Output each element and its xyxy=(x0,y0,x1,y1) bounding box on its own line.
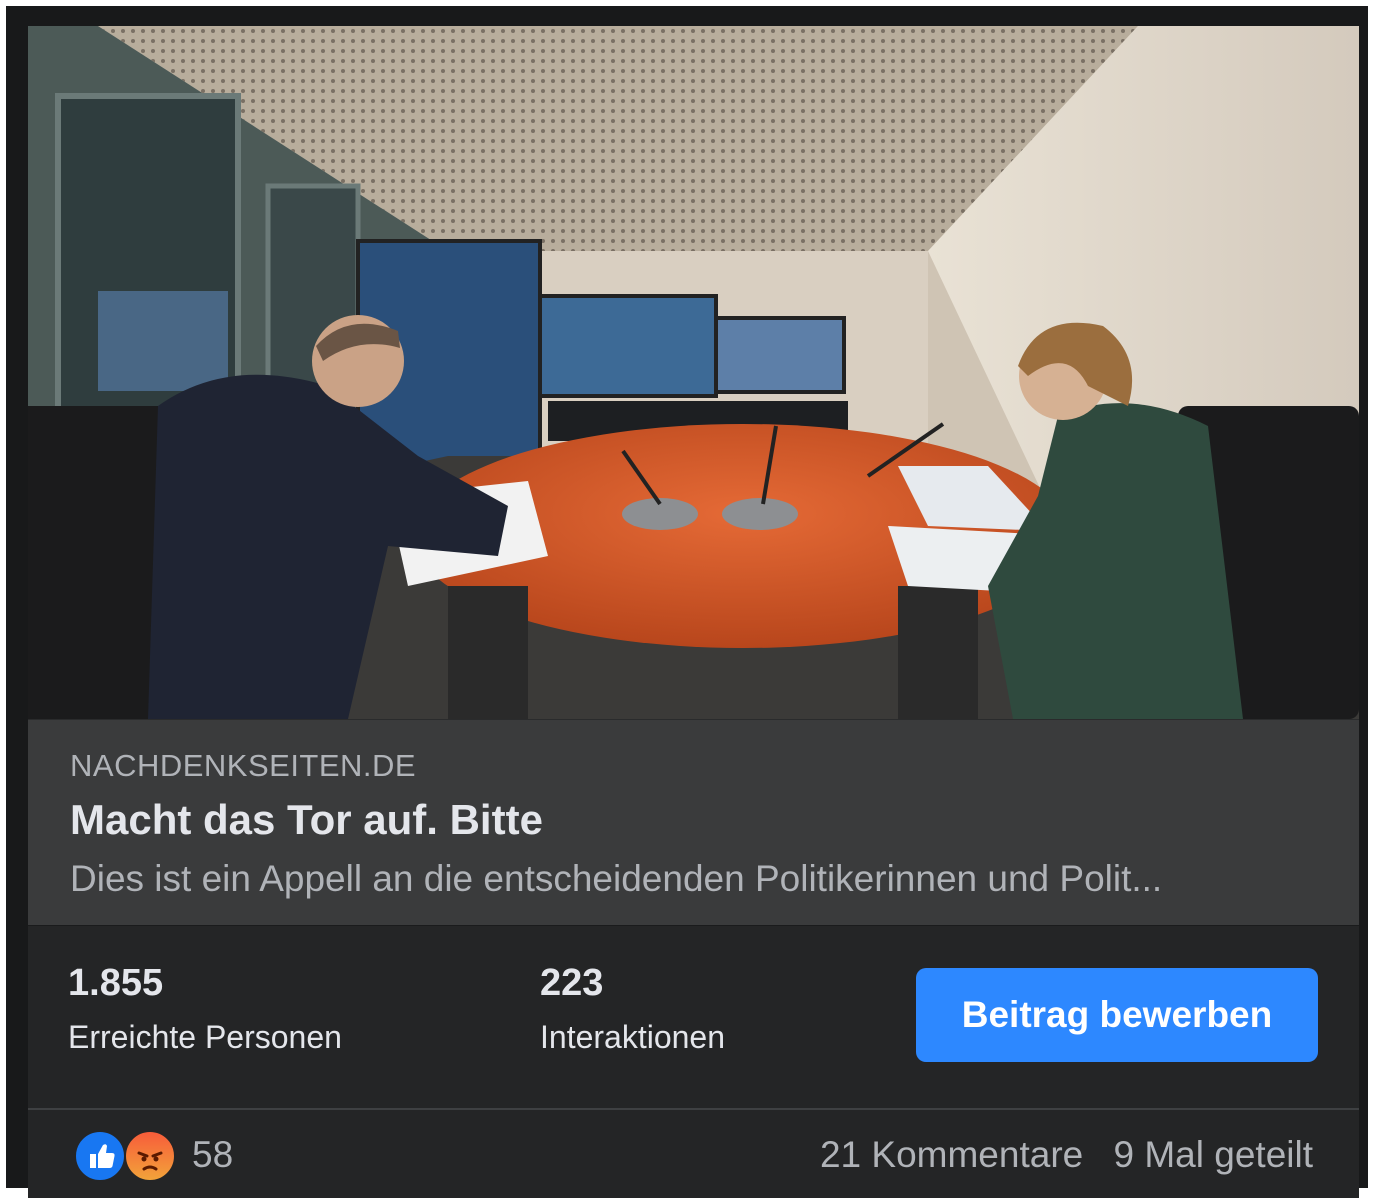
comments-count-link[interactable]: 21 Kommentare xyxy=(820,1134,1083,1175)
reach-value: 1.855 xyxy=(68,962,164,1004)
like-icon xyxy=(74,1130,126,1182)
link-domain: NACHDENKSEITEN.DE xyxy=(70,748,417,783)
post-frame: NACHDENKSEITEN.DE Macht das Tor auf. Bit… xyxy=(6,6,1368,1198)
link-preview-info[interactable]: NACHDENKSEITEN.DE Macht das Tor auf. Bit… xyxy=(28,719,1359,925)
post-card: NACHDENKSEITEN.DE Macht das Tor auf. Bit… xyxy=(28,26,1359,1198)
post-footer: 58 21 Kommentare 9 Mal geteilt xyxy=(28,1108,1359,1198)
conference-room-photo xyxy=(28,26,1359,719)
reaction-count: 58 xyxy=(192,1134,234,1175)
interactions-value: 223 xyxy=(540,962,604,1004)
angry-icon xyxy=(124,1130,176,1182)
shares-count-link[interactable]: 9 Mal geteilt xyxy=(1114,1134,1314,1175)
engagement-counts: 21 Kommentare 9 Mal geteilt xyxy=(820,1134,1313,1176)
link-title: Macht das Tor auf. Bitte xyxy=(70,796,543,843)
post-insights: 1.855 Erreichte Personen 223 Interaktion… xyxy=(28,925,1359,1108)
link-preview-image[interactable] xyxy=(28,26,1359,719)
promote-post-button[interactable]: Beitrag bewerben xyxy=(916,968,1318,1062)
interactions-stat: 223 Interaktionen xyxy=(540,962,725,1056)
reach-label: Erreichte Personen xyxy=(68,1019,342,1055)
link-description: Dies ist ein Appell an die entscheidende… xyxy=(70,858,1163,899)
reach-stat: 1.855 Erreichte Personen xyxy=(68,962,342,1056)
interactions-label: Interaktionen xyxy=(540,1019,726,1055)
footer-divider xyxy=(28,1108,1359,1110)
